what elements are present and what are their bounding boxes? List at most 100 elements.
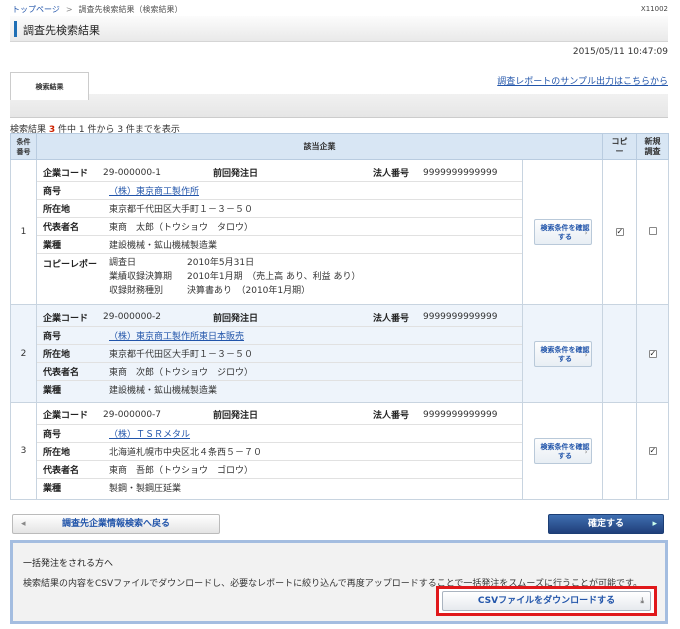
- company-code: 29-000000-7: [97, 406, 207, 425]
- breadcrumb-separator-icon: >: [65, 5, 73, 14]
- company-cell: 企業コード 29-000000-2 前回発注日 法人番号 9999999999999 商…: [36, 304, 523, 403]
- company-details: 企業コード 29-000000-2 前回発注日 法人番号 9999999999999 商…: [37, 308, 522, 399]
- company-address: 北海道札幌市中央区北４条西５－７０: [97, 442, 522, 461]
- row-number: 1: [10, 159, 37, 305]
- row-number: 2: [10, 304, 37, 403]
- survey-date: 2010年5月31日: [187, 258, 255, 269]
- label-company-code: 企業コード: [37, 308, 97, 327]
- label-industry: 業種: [43, 483, 62, 494]
- label-address: 所在地: [37, 344, 97, 363]
- tab-band: [10, 94, 668, 117]
- copy-checkbox[interactable]: ✓: [615, 228, 624, 236]
- back-to-search-button[interactable]: ◂ 調査先企業情報検索へ戻る: [12, 514, 220, 534]
- copy-cell: [602, 402, 637, 500]
- company-name-link[interactable]: （株）東京商工製作所東日本販売: [109, 332, 244, 342]
- page-title: 調査先検索結果: [23, 24, 100, 37]
- copy-cell: [602, 304, 637, 403]
- label-industry: 業種: [37, 380, 97, 399]
- tab-search-results[interactable]: 検索結果: [10, 72, 89, 100]
- label-fiscal-period: 業績収録決算期: [109, 272, 173, 283]
- label-name: 商号: [37, 181, 97, 201]
- label-name: 商号: [37, 326, 97, 345]
- label-representative: 代表者名: [37, 362, 97, 381]
- company-address: 東京都千代田区大手町１－３－５０: [97, 199, 522, 219]
- label-industry: 業種: [37, 235, 97, 255]
- confirm-conditions-label: 検索条件を確認する: [540, 345, 590, 363]
- new-cell: [636, 159, 669, 305]
- company-cell: 企業コード 29-000000-1 前回発注日 法人番号 9999999999999 商…: [36, 159, 523, 305]
- confirm-button-label: 確定する: [587, 519, 624, 529]
- company-address: 東京都千代田区大手町１－３－５０: [97, 344, 522, 363]
- confirm-conditions-label: 検索条件を確認する: [540, 443, 590, 460]
- label-name: 商号: [37, 424, 97, 443]
- company-details: 企業コード 29-000000-1 前回発注日 法人番号 9999999999999 商…: [37, 163, 522, 301]
- datetime: 2015/05/11 10:47:09: [572, 47, 668, 57]
- right-arrow-icon: ›: [584, 448, 588, 456]
- csv-highlight-frame: CSVファイルをダウンロードする ⤓: [436, 586, 657, 616]
- label-corp-number: 法人番号: [367, 406, 417, 425]
- tab-bar: 検索結果 調査レポートのサンプル出力はこちらから: [10, 70, 668, 118]
- new-cell: ✓: [636, 402, 669, 500]
- company-industry: 製鋼・製鋼圧延業: [109, 483, 182, 494]
- confirm-conditions-button[interactable]: 検索条件を確認する ›: [533, 219, 592, 245]
- left-arrow-icon: ◂: [21, 519, 26, 529]
- table-header-row: 条件番号 該当企業 コピー 新規調査: [10, 133, 669, 160]
- confirm-cell: 検索条件を確認する ›: [522, 304, 603, 403]
- breadcrumb: トップページ > 調査先検索結果（検索結果）: [12, 4, 183, 15]
- company-industry: 建設機械・鉱山機械製造業: [97, 380, 522, 399]
- new-cell: ✓: [636, 304, 669, 403]
- table-row: 3 企業コード 29-000000-7 前回発注日 法人番号 9999999999999…: [10, 402, 669, 500]
- breadcrumb-top-link[interactable]: トップページ: [12, 5, 60, 14]
- company-cell: 企業コード 29-000000-7 前回発注日 法人番号 9999999999999 商…: [36, 402, 523, 500]
- sample-report-link[interactable]: 調査レポートのサンプル出力はこちらから: [497, 74, 668, 87]
- label-corp-number: 法人番号: [367, 308, 417, 327]
- company-representative: 東商 次郎（トウショウ ジロウ）: [97, 362, 522, 381]
- label-prev-order: 前回発注日: [207, 406, 367, 425]
- label-survey-date: 調査日: [109, 258, 137, 269]
- label-financial-type: 収録財務種別: [109, 286, 164, 297]
- col-header-company: 該当企業: [36, 133, 603, 160]
- new-survey-checkbox[interactable]: [648, 226, 657, 235]
- breadcrumb-current: 調査先検索結果（検索結果）: [78, 5, 183, 14]
- corp-number: 9999999999999: [417, 406, 522, 425]
- back-button-label: 調査先企業情報検索へ戻る: [61, 519, 170, 529]
- screen-id: X11002: [640, 5, 668, 13]
- csv-download-label: CSVファイルをダウンロードする: [477, 596, 616, 606]
- label-address: 所在地: [37, 199, 97, 219]
- confirm-cell: 検索条件を確認する ›: [522, 159, 603, 305]
- confirm-cell: 検索条件を確認する ›: [522, 402, 603, 500]
- label-representative: 代表者名: [37, 217, 97, 237]
- corp-number: 9999999999999: [417, 308, 522, 327]
- company-code: 29-000000-1: [97, 163, 207, 183]
- right-arrow-icon: ›: [584, 350, 588, 359]
- label-company-code: 企業コード: [37, 163, 97, 183]
- fiscal-period: 2010年1月期 （売上高 あり、利益 あり）: [187, 272, 361, 283]
- col-header-no: 条件番号: [10, 133, 37, 160]
- label-company-code: 企業コード: [37, 406, 97, 425]
- right-arrow-icon: ▸: [652, 519, 657, 529]
- page-title-bar: 調査先検索結果: [10, 16, 668, 42]
- col-header-copy: コピー: [602, 133, 637, 160]
- confirm-button[interactable]: 確定する ▸: [548, 514, 664, 534]
- label-corp-number: 法人番号: [367, 163, 417, 183]
- company-name-link[interactable]: （株）東京商工製作所: [109, 187, 199, 197]
- confirm-conditions-button[interactable]: 検索条件を確認する ›: [533, 340, 592, 367]
- row-number: 3: [10, 402, 37, 500]
- bulk-order-title: 一括発注をされる方へ: [23, 559, 114, 569]
- results-table: 条件番号 該当企業 コピー 新規調査 1 企業コード 29-000000-1 前回発…: [10, 133, 669, 500]
- new-survey-checkbox[interactable]: ✓: [648, 349, 657, 358]
- company-name-link[interactable]: （株）ＴＳＲメタル: [109, 430, 190, 440]
- company-code: 29-000000-2: [97, 308, 207, 327]
- company-representative: 東商 太郎（トウショウ タロウ）: [97, 217, 522, 237]
- csv-download-button[interactable]: CSVファイルをダウンロードする ⤓: [442, 591, 651, 611]
- label-prev-order: 前回発注日: [207, 308, 367, 327]
- financial-type: 決算書あり （2010年1月期）: [187, 286, 311, 297]
- company-details: 企業コード 29-000000-7 前回発注日 法人番号 9999999999999 商…: [37, 406, 522, 496]
- new-survey-checkbox[interactable]: ✓: [648, 447, 657, 455]
- company-industry: 建設機械・鉱山機械製造業: [97, 235, 522, 255]
- download-icon: ⤓: [640, 596, 644, 605]
- corp-number: 9999999999999: [417, 163, 522, 183]
- table-row: 2 企業コード 29-000000-2 前回発注日 法人番号 9999999999999…: [10, 304, 669, 403]
- label-address: 所在地: [37, 442, 97, 461]
- confirm-conditions-button[interactable]: 検索条件を確認する ›: [533, 438, 592, 464]
